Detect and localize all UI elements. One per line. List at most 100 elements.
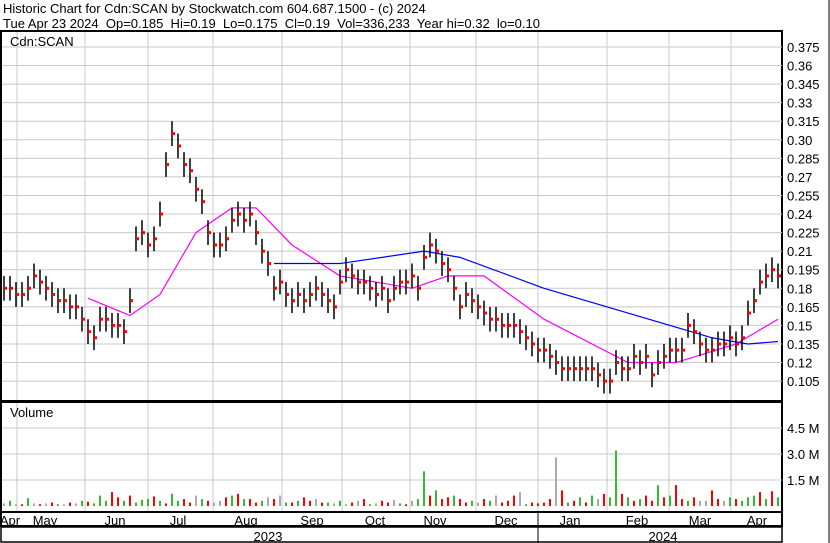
- price-tick-label: 0.12: [787, 356, 812, 371]
- volume-bar: [387, 502, 389, 506]
- close-tick: [412, 274, 415, 278]
- close-tick: [190, 169, 193, 173]
- volume-tick-label: 4.5 M: [787, 421, 820, 436]
- volume-bar: [747, 497, 749, 506]
- close-tick: [742, 336, 745, 340]
- volume-bar: [633, 500, 635, 506]
- volume-bar: [753, 495, 755, 506]
- volume-bar: [657, 485, 659, 506]
- close-tick: [454, 286, 457, 290]
- volume-bar: [129, 495, 131, 506]
- price-tick-label: 0.36: [787, 59, 812, 74]
- volume-bar: [321, 502, 323, 506]
- price-tick-label: 0.27: [787, 170, 812, 185]
- volume-bar: [411, 500, 413, 506]
- price-tick-label: 0.255: [787, 188, 820, 203]
- close-tick: [640, 361, 643, 365]
- close-tick: [40, 280, 43, 284]
- close-tick: [526, 336, 529, 340]
- close-tick: [490, 317, 493, 321]
- volume-bar: [219, 500, 221, 506]
- close-tick: [694, 330, 697, 334]
- price-tick-label: 0.105: [787, 374, 820, 389]
- close-tick: [736, 342, 739, 346]
- volume-bar: [681, 499, 683, 506]
- price-tick-label: 0.225: [787, 226, 820, 241]
- close-tick: [244, 218, 247, 222]
- close-tick: [82, 317, 85, 321]
- volume-bar: [447, 497, 449, 506]
- volume-bar: [549, 499, 551, 506]
- close-tick: [10, 286, 13, 290]
- close-tick: [628, 367, 631, 371]
- month-label: Sep: [300, 513, 323, 528]
- volume-bar: [639, 499, 641, 506]
- close-tick: [676, 348, 679, 352]
- price-tick-label: 0.18: [787, 281, 812, 296]
- volume-bar: [15, 504, 17, 506]
- volume-bar: [339, 500, 341, 506]
- close-tick: [622, 367, 625, 371]
- volume-bar: [291, 502, 293, 506]
- month-label: Apr: [0, 513, 21, 528]
- volume-bar: [57, 504, 59, 506]
- close-tick: [100, 317, 103, 321]
- close-tick: [142, 231, 145, 235]
- volume-bar: [333, 503, 335, 506]
- moving-average-short-line: [87, 207, 779, 364]
- close-tick: [58, 299, 61, 303]
- volume-bar: [717, 499, 719, 506]
- close-tick: [418, 286, 421, 290]
- close-tick: [556, 361, 559, 365]
- volume-bar: [9, 500, 11, 506]
- volume-label: Volume: [10, 405, 53, 420]
- close-tick: [760, 280, 763, 284]
- close-tick: [130, 299, 133, 303]
- volume-bar: [45, 503, 47, 506]
- close-tick: [616, 361, 619, 365]
- volume-bar: [99, 495, 101, 506]
- volume-bar: [249, 499, 251, 506]
- volume-bar: [177, 500, 179, 506]
- volume-bar: [207, 500, 209, 506]
- close-tick: [778, 274, 781, 278]
- volume-bar: [429, 495, 431, 506]
- close-tick: [256, 231, 259, 235]
- close-tick: [574, 367, 577, 371]
- volume-panel-frame: [0, 401, 783, 513]
- close-tick: [436, 249, 439, 253]
- month-label: Nov: [423, 513, 447, 528]
- close-tick: [652, 373, 655, 377]
- close-tick: [124, 330, 127, 334]
- close-tick: [292, 299, 295, 303]
- volume-bar: [471, 500, 473, 506]
- volume-bar: [117, 497, 119, 506]
- volume-bar: [285, 502, 287, 506]
- close-tick: [304, 299, 307, 303]
- volume-bar: [237, 493, 239, 506]
- close-tick: [772, 268, 775, 272]
- close-tick: [460, 305, 463, 309]
- volume-bar: [651, 500, 653, 506]
- close-tick: [442, 262, 445, 266]
- close-tick: [28, 286, 31, 290]
- volume-bar: [423, 471, 425, 506]
- close-tick: [118, 323, 121, 327]
- close-tick: [4, 286, 7, 290]
- month-label: Dec: [494, 513, 518, 528]
- volume-bar: [297, 500, 299, 506]
- price-panel-frame: [0, 30, 783, 402]
- close-tick: [94, 336, 97, 340]
- close-tick: [448, 268, 451, 272]
- close-tick: [520, 330, 523, 334]
- volume-bar: [687, 500, 689, 506]
- close-tick: [46, 286, 49, 290]
- close-tick: [598, 373, 601, 377]
- month-label: Mar: [689, 513, 712, 528]
- volume-bar: [495, 495, 497, 506]
- close-tick: [298, 292, 301, 296]
- price-tick-label: 0.345: [787, 77, 820, 92]
- volume-bar: [675, 485, 677, 506]
- volume-bar: [465, 502, 467, 506]
- volume-bar: [141, 499, 143, 506]
